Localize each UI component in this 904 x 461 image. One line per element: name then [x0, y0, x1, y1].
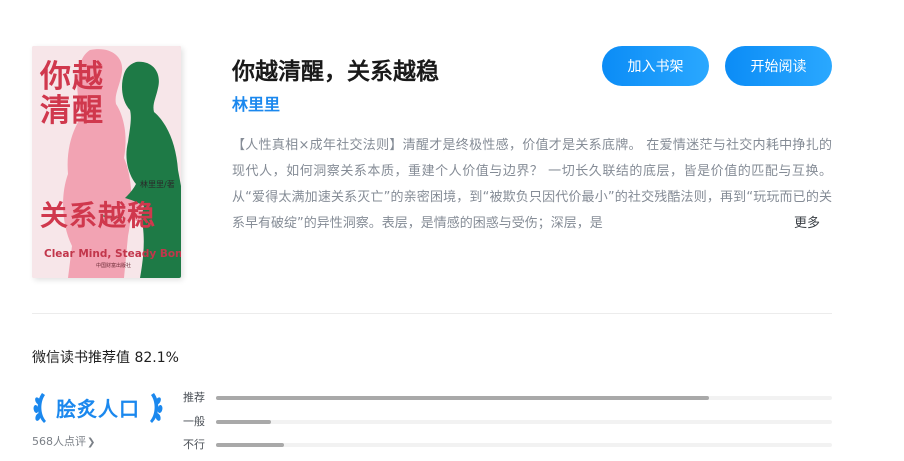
- rating-row-label: 不行: [183, 438, 205, 451]
- cover-author: 林里里/著: [140, 180, 175, 189]
- rating-badge: 脍炙人口: [32, 389, 164, 427]
- start-reading-button[interactable]: 开始阅读: [725, 46, 832, 86]
- reviews-link[interactable]: 568人点评❯: [32, 433, 95, 449]
- add-to-shelf-button[interactable]: 加入书架: [602, 46, 709, 86]
- recommendation-score: 微信读书推荐值 82.1%: [32, 350, 179, 366]
- rating-bar-fill: [216, 396, 709, 400]
- rating-bar-fill: [216, 420, 272, 424]
- rating-bar-track: [216, 420, 832, 424]
- chevron-right-icon: ❯: [87, 437, 96, 448]
- rating-bar-track: [216, 443, 832, 447]
- rating-bar-fill: [216, 443, 284, 447]
- rating-row-average: 一般: [183, 414, 832, 430]
- rating-row-label: 一般: [183, 415, 205, 428]
- book-intro: 【人性真相×成年社交法则】清醒才是终极性感，价值才是关系底牌。 在爱情迷茫与社交…: [232, 138, 832, 231]
- rating-row-poor: 不行: [183, 437, 832, 453]
- rating-row-label: 推荐: [183, 391, 205, 404]
- cover-title-bottom: 关系越稳: [40, 199, 157, 232]
- intro-more-link[interactable]: 更多: [772, 211, 821, 237]
- cover-publisher: 中国财富出版社: [96, 263, 132, 269]
- cover-subtitle: Clear Mind, Steady Bond: [44, 248, 181, 260]
- cover-title-top: 你越清醒: [40, 59, 104, 129]
- section-divider: [32, 313, 832, 314]
- book-cover[interactable]: 你越清醒 林里里/著 关系越稳 Clear Mind, Steady Bond …: [32, 46, 181, 278]
- rating-row-recommend: 推荐: [183, 390, 832, 406]
- rating-bar-track: [216, 396, 832, 400]
- reviews-count: 568人点评: [32, 435, 86, 448]
- book-author-link[interactable]: 林里里: [232, 91, 280, 115]
- badge-label: 脍炙人口: [56, 397, 140, 421]
- book-title: 你越清醒，关系越稳: [232, 58, 439, 85]
